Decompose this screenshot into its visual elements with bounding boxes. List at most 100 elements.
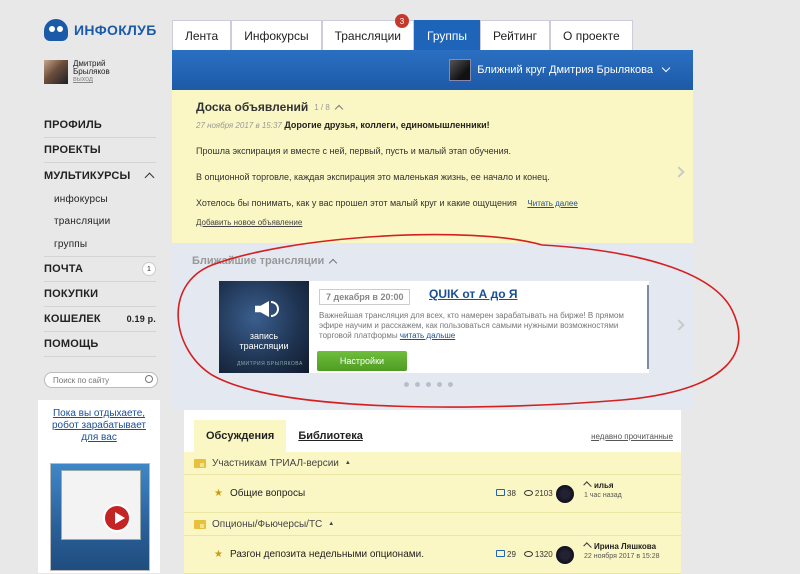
menu-item-wallet[interactable]: КОШЕЛЕК 0.19 р. bbox=[44, 307, 156, 332]
broadcast-description-text: Важнейшая трансляция для всех, кто намер… bbox=[319, 311, 624, 340]
folder-icon bbox=[194, 519, 206, 529]
tab-label: Лента bbox=[185, 28, 219, 43]
announcement-paragraph-last: Хотелось бы понимать, как у вас прошел э… bbox=[196, 198, 669, 208]
avatar[interactable] bbox=[556, 484, 574, 503]
menu-label: ПРОЕКТЫ bbox=[44, 144, 101, 156]
next-arrow-icon[interactable] bbox=[673, 319, 685, 331]
user-name-last[interactable]: Брыляков bbox=[73, 68, 110, 76]
last-post-user[interactable]: Ирина Ляшкова bbox=[583, 542, 660, 551]
menu-item-projects[interactable]: ПРОЕКТЫ bbox=[44, 138, 156, 163]
read-more-link[interactable]: Читать далее bbox=[527, 199, 577, 208]
menu-item-multicourses[interactable]: МУЛЬТИКУРСЫ bbox=[44, 163, 156, 188]
thumbnail-caption: запись трансляции bbox=[219, 331, 309, 351]
tab-discussions[interactable]: Обсуждения bbox=[194, 420, 287, 452]
promo-link[interactable]: Пока вы отдыхаете, робот зарабатывает дл… bbox=[38, 408, 160, 444]
top-tabs: Лента Инфокурсы Трансляции 3 Группы Рейт… bbox=[172, 14, 693, 50]
submenu-item-infocourses[interactable]: инфокурсы bbox=[44, 188, 156, 210]
chevron-down-icon[interactable] bbox=[661, 63, 671, 73]
chevron-up-icon[interactable] bbox=[329, 258, 338, 267]
tab-groups[interactable]: Группы bbox=[414, 20, 480, 50]
announcement-board: Доска объявлений 1 / 8 27 ноября 2017 в … bbox=[172, 90, 693, 243]
menu-label: КОШЕЛЕК bbox=[44, 313, 101, 325]
carousel-dots bbox=[404, 382, 453, 387]
broadcast-title-link[interactable]: QUIK от А до Я bbox=[429, 287, 517, 301]
carousel-dot[interactable] bbox=[437, 382, 442, 387]
read-more-link[interactable]: читать дальше bbox=[400, 331, 455, 340]
carousel-dot[interactable] bbox=[404, 382, 409, 387]
triangle-up-icon[interactable]: ▲ bbox=[328, 521, 334, 527]
comment-icon bbox=[496, 489, 505, 496]
promo-screenshot-image[interactable] bbox=[50, 463, 150, 571]
last-post-time: 22 ноября 2017 в 15:28 bbox=[584, 553, 660, 560]
submenu-item-broadcasts[interactable]: трансляции bbox=[44, 210, 156, 232]
menu-item-profile[interactable]: ПРОФИЛЬ bbox=[44, 113, 156, 138]
menu-item-mail[interactable]: ПОЧТА 1 bbox=[44, 257, 156, 282]
tab-rating[interactable]: Рейтинг bbox=[479, 20, 551, 50]
recently-read-link[interactable]: недавно прочитанные bbox=[591, 432, 673, 441]
topic-row[interactable]: ★ Общие вопросы 38 2103 илья 1 час назад bbox=[184, 475, 681, 513]
search-icon[interactable] bbox=[145, 375, 153, 383]
topic-stats: 38 2103 bbox=[496, 489, 553, 498]
comment-icon bbox=[496, 550, 505, 557]
announcement-paragraph: Прошла экспирация и вместе с ней, первый… bbox=[196, 146, 512, 156]
forum-category[interactable]: Опционы/Фьючерсы/ТС ▲ bbox=[184, 513, 681, 536]
broadcast-description: Важнейшая трансляция для всех, кто намер… bbox=[319, 311, 629, 341]
topic-row[interactable]: ★ Разгон депозита недельными опционами. … bbox=[184, 536, 681, 574]
add-announcement-link[interactable]: Добавить новое объявление bbox=[196, 218, 302, 227]
board-meta: 27 ноября 2017 в 15:37 Дорогие друзья, к… bbox=[196, 120, 669, 130]
comment-count: 38 bbox=[507, 489, 516, 498]
logo-text: ИНФОКЛУБ bbox=[74, 22, 157, 38]
menu-label: ПОЧТА bbox=[44, 263, 84, 275]
last-post-time: 1 час назад bbox=[584, 492, 622, 499]
settings-button[interactable]: Настройки bbox=[317, 351, 407, 371]
broadcast-card: запись трансляции ДМИТРИЯ БРЫЛЯКОВА 7 де… bbox=[219, 281, 649, 373]
tab-library[interactable]: Библиотека bbox=[286, 420, 375, 452]
sidebar: ИНФОКЛУБ Дмитрий Брыляков выход ПРОФИЛЬ … bbox=[0, 0, 170, 573]
topic-title[interactable]: Разгон депозита недельными опционами. bbox=[230, 549, 424, 560]
carousel-dot[interactable] bbox=[415, 382, 420, 387]
chevron-up-icon[interactable] bbox=[334, 104, 344, 113]
avatar[interactable] bbox=[556, 545, 574, 564]
logo[interactable]: ИНФОКЛУБ bbox=[44, 19, 157, 41]
tab-label: Инфокурсы bbox=[244, 28, 309, 43]
forum-category[interactable]: Участникам ТРИАЛ-версии ▲ bbox=[184, 452, 681, 475]
carousel-dot[interactable] bbox=[426, 382, 431, 387]
triangle-up-icon[interactable]: ▲ bbox=[345, 460, 351, 466]
promo-banner[interactable]: Пока вы отдыхаете, робот зарабатывает дл… bbox=[38, 400, 160, 573]
next-arrow-icon[interactable] bbox=[673, 166, 685, 178]
tab-feed[interactable]: Лента bbox=[172, 20, 232, 50]
forum-section: Обсуждения Библиотека недавно прочитанны… bbox=[184, 410, 681, 574]
upcoming-broadcasts: Ближайшие трансляции запись трансляции Д… bbox=[172, 243, 693, 409]
thumbnail-line: запись bbox=[249, 331, 279, 341]
tab-label: О проекте bbox=[563, 28, 620, 43]
last-post-user[interactable]: илья bbox=[583, 481, 622, 490]
carousel-dot[interactable] bbox=[448, 382, 453, 387]
avatar[interactable] bbox=[44, 60, 68, 84]
menu-item-purchases[interactable]: ПОКУПКИ bbox=[44, 282, 156, 307]
logout-link[interactable]: выход bbox=[73, 76, 110, 83]
group-selector[interactable]: Ближний круг Дмитрия Брылякова bbox=[477, 64, 653, 76]
submenu-item-groups[interactable]: группы bbox=[44, 232, 156, 257]
main-content: Лента Инфокурсы Трансляции 3 Группы Рейт… bbox=[172, 14, 740, 574]
chevron-up-icon[interactable] bbox=[144, 172, 155, 183]
tab-about[interactable]: О проекте bbox=[550, 20, 633, 50]
group-avatar[interactable] bbox=[449, 59, 472, 81]
comment-count-wrap: 29 bbox=[496, 550, 516, 559]
tab-broadcasts[interactable]: Трансляции 3 bbox=[321, 14, 414, 50]
tab-infocourses[interactable]: Инфокурсы bbox=[231, 20, 322, 50]
submenu-label: трансляции bbox=[54, 215, 111, 227]
menu-item-help[interactable]: ПОМОЩЬ bbox=[44, 332, 156, 357]
site-search-input[interactable] bbox=[44, 372, 158, 388]
multicourses-submenu: инфокурсы трансляции группы bbox=[44, 188, 156, 257]
wallet-balance: 0.19 р. bbox=[126, 314, 156, 324]
announcement-headline: Дорогие друзья, коллеги, единомышленники… bbox=[284, 120, 490, 130]
last-post-username: илья bbox=[594, 481, 614, 490]
thumbnail-line: трансляции bbox=[239, 341, 289, 351]
sound-wave-icon bbox=[271, 301, 279, 317]
broadcast-thumbnail[interactable]: запись трансляции ДМИТРИЯ БРЫЛЯКОВА bbox=[219, 281, 309, 373]
topic-title[interactable]: Общие вопросы bbox=[230, 488, 305, 499]
main-menu: ПРОФИЛЬ ПРОЕКТЫ МУЛЬТИКУРСЫ инфокурсы тр… bbox=[44, 113, 156, 357]
eye-icon bbox=[523, 490, 533, 496]
last-post-info: Ирина Ляшкова 22 ноября 2017 в 15:28 bbox=[583, 542, 660, 560]
play-icon[interactable] bbox=[103, 504, 131, 532]
